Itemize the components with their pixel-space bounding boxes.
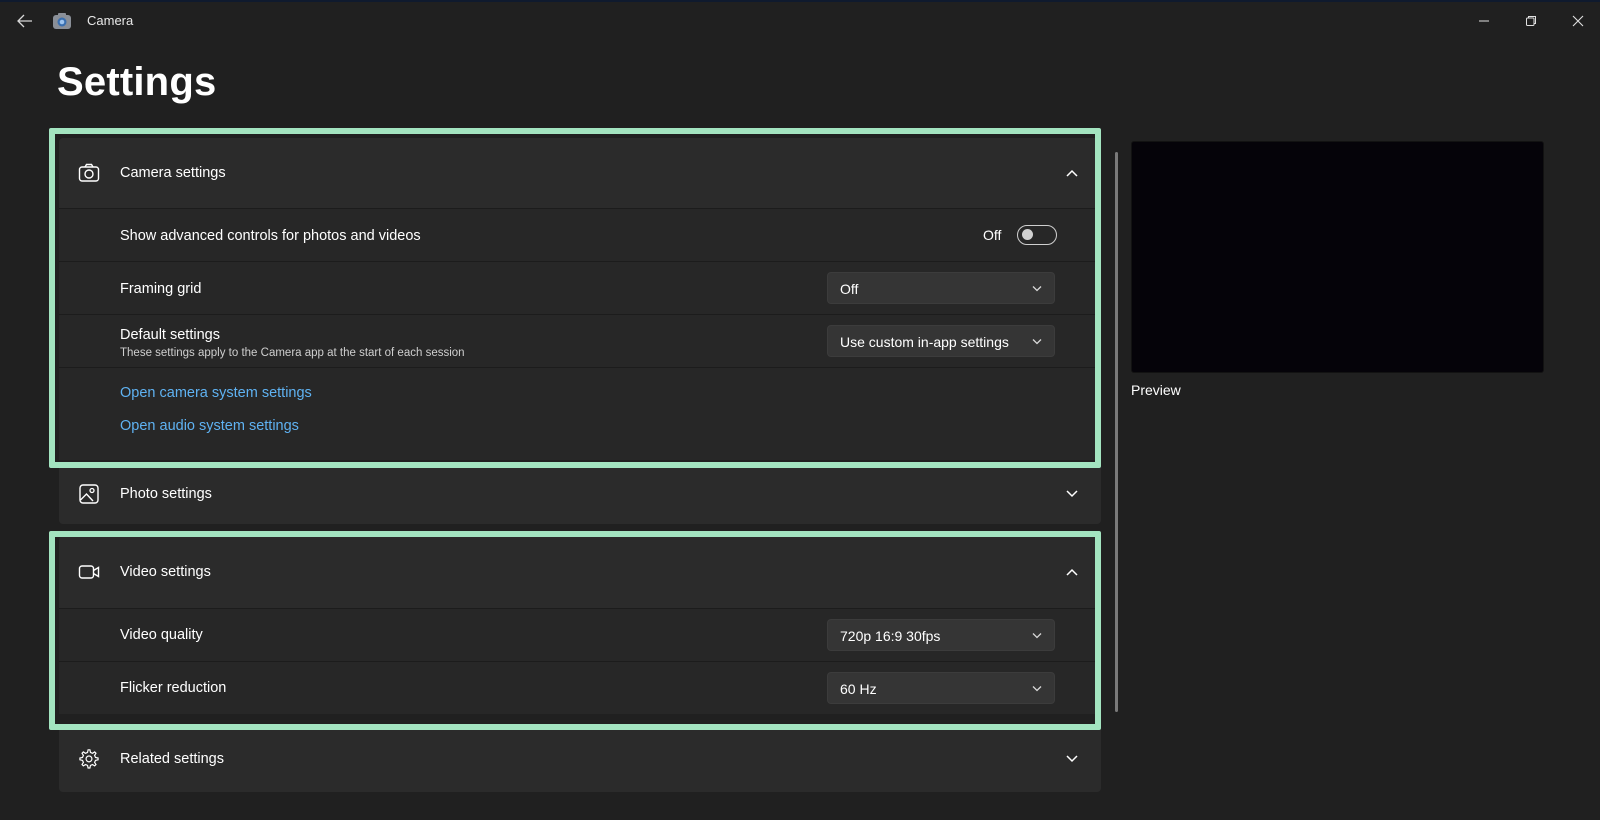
- related-settings-label: Related settings: [120, 751, 224, 767]
- camera-app-icon: [53, 13, 71, 29]
- video-icon: [78, 565, 100, 579]
- title-bar: Camera: [0, 2, 1600, 40]
- back-arrow-icon: [17, 14, 32, 28]
- close-icon: [1572, 15, 1584, 27]
- links-row: Open camera system settings Open audio s…: [59, 367, 1101, 460]
- toggle-knob: [1022, 229, 1033, 240]
- photo-icon: [79, 484, 99, 504]
- advanced-controls-row: Show advanced controls for photos and vi…: [59, 208, 1101, 261]
- camera-settings-label: Camera settings: [120, 165, 226, 181]
- advanced-controls-state: Off: [983, 227, 1002, 243]
- minimize-icon: [1479, 20, 1489, 22]
- default-settings-row: Default settings These settings apply to…: [59, 314, 1101, 367]
- framing-grid-label: Framing grid: [120, 281, 202, 297]
- advanced-controls-toggle[interactable]: [1017, 225, 1057, 245]
- flicker-reduction-dropdown[interactable]: 60 Hz: [827, 672, 1055, 704]
- framing-grid-dropdown[interactable]: Off: [827, 272, 1055, 304]
- framing-grid-value: Off: [840, 281, 859, 297]
- video-quality-value: 720p 16:9 30fps: [840, 628, 941, 644]
- minimize-button[interactable]: [1466, 8, 1502, 34]
- default-settings-dropdown[interactable]: Use custom in-app settings: [827, 325, 1055, 357]
- photo-settings-label: Photo settings: [120, 486, 212, 502]
- video-settings-label: Video settings: [120, 564, 211, 580]
- flicker-reduction-label: Flicker reduction: [120, 680, 227, 696]
- framing-grid-row: Framing grid Off: [59, 261, 1101, 314]
- chevron-down-icon: [1032, 339, 1042, 345]
- related-settings-header[interactable]: Related settings: [59, 726, 1101, 792]
- video-settings-header[interactable]: Video settings: [59, 536, 1101, 608]
- chevron-up-icon: [1066, 568, 1078, 576]
- photo-settings-header[interactable]: Photo settings: [59, 464, 1101, 524]
- open-audio-system-settings-link[interactable]: Open audio system settings: [120, 418, 299, 434]
- advanced-controls-label: Show advanced controls for photos and vi…: [120, 228, 421, 244]
- default-settings-value: Use custom in-app settings: [840, 334, 1009, 350]
- back-button[interactable]: [12, 10, 38, 32]
- video-quality-label: Video quality: [120, 627, 203, 643]
- camera-settings-header[interactable]: Camera settings: [59, 138, 1101, 208]
- photo-settings-section: Photo settings: [59, 464, 1101, 524]
- camera-app-window: Camera Settings Camera settings Show adv…: [0, 0, 1600, 820]
- app-title: Camera: [87, 13, 134, 28]
- related-settings-section: Related settings: [59, 726, 1101, 792]
- default-settings-label: Default settings: [120, 327, 220, 343]
- video-settings-section: Video settings Video quality 720p 16:9 3…: [59, 536, 1101, 714]
- close-button[interactable]: [1560, 8, 1596, 34]
- chevron-up-icon: [1066, 169, 1078, 177]
- flicker-reduction-row: Flicker reduction 60 Hz: [59, 661, 1101, 714]
- chevron-down-icon: [1032, 686, 1042, 692]
- default-settings-description: These settings apply to the Camera app a…: [120, 347, 465, 359]
- flicker-reduction-value: 60 Hz: [840, 681, 877, 697]
- camera-preview: [1131, 141, 1544, 373]
- chevron-down-icon: [1032, 633, 1042, 639]
- chevron-down-icon: [1032, 286, 1042, 292]
- preview-label: Preview: [1131, 382, 1181, 398]
- open-camera-system-settings-link[interactable]: Open camera system settings: [120, 385, 312, 401]
- camera-settings-section: Camera settings Show advanced controls f…: [59, 138, 1101, 460]
- chevron-down-icon: [1066, 755, 1078, 763]
- gear-icon: [79, 749, 99, 769]
- chevron-down-icon: [1066, 490, 1078, 498]
- maximize-icon: [1526, 16, 1536, 26]
- maximize-button[interactable]: [1513, 8, 1549, 34]
- video-quality-row: Video quality 720p 16:9 30fps: [59, 608, 1101, 661]
- page-title: Settings: [57, 60, 217, 104]
- scrollbar[interactable]: [1115, 152, 1118, 712]
- camera-icon: [78, 163, 100, 182]
- video-quality-dropdown[interactable]: 720p 16:9 30fps: [827, 619, 1055, 651]
